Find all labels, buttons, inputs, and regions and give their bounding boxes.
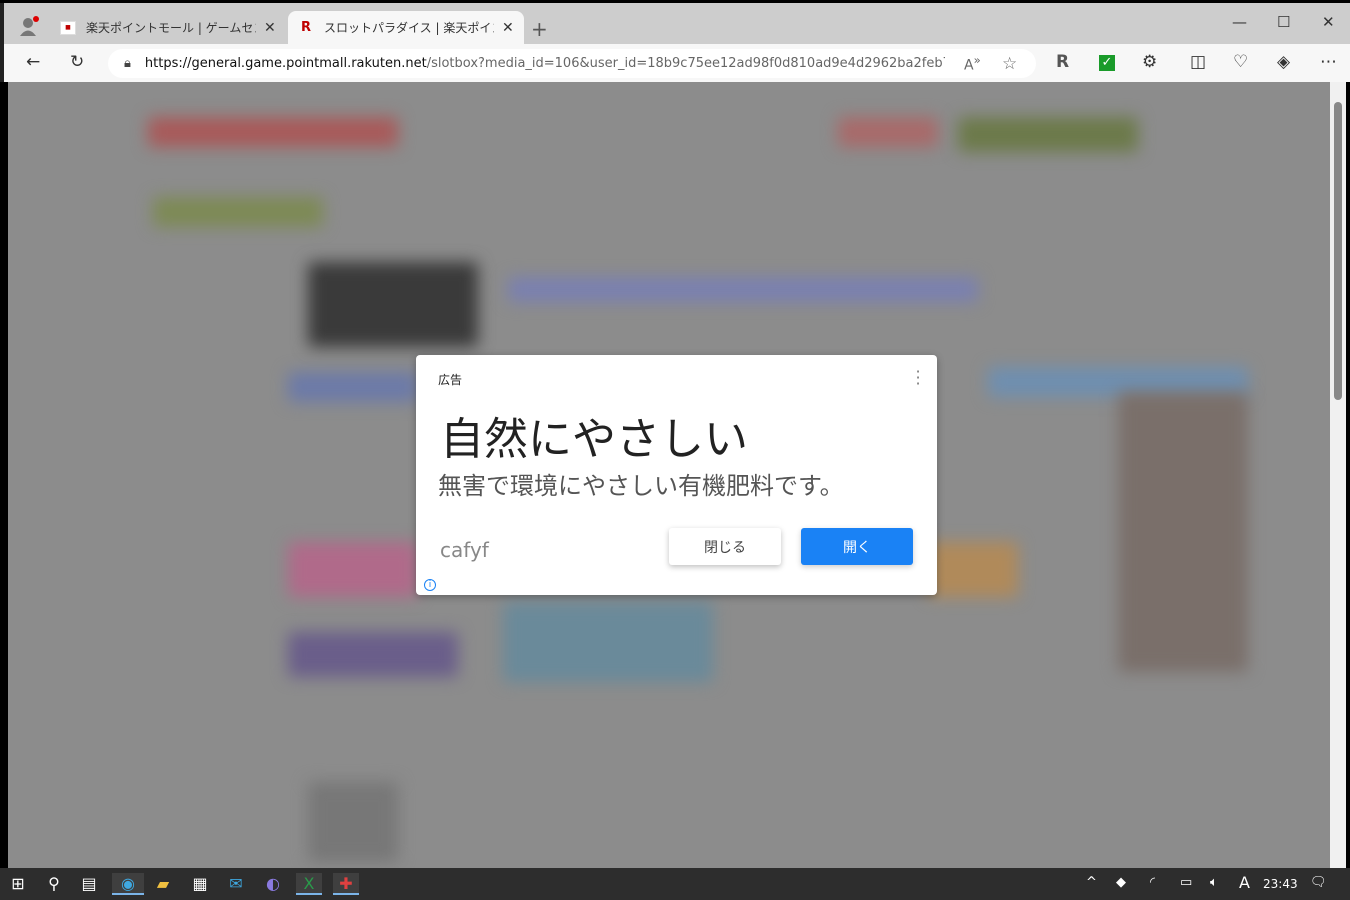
start-icon[interactable]: ⊞ xyxy=(5,873,31,895)
show-hidden-icons[interactable]: ^ xyxy=(1086,875,1097,890)
close-tab-icon[interactable]: ✕ xyxy=(264,20,276,36)
extensions-icon[interactable]: ⚙ xyxy=(1142,52,1157,72)
ad-title: 自然にやさしい xyxy=(440,414,748,465)
read-aloud-icon[interactable]: A» xyxy=(964,53,981,74)
store-icon[interactable]: ▦ xyxy=(187,873,213,895)
task-view-icon[interactable]: ▤ xyxy=(76,873,102,895)
ad-close-button[interactable]: 閉じる xyxy=(669,528,781,565)
browser-toolbar: ← ↻ 🔒︎ https://general.game.pointmall.ra… xyxy=(0,44,1350,82)
rakuten-pointmall-icon: ■ xyxy=(60,20,76,35)
app-icon[interactable]: ◐ xyxy=(260,873,286,895)
copilot-icon[interactable]: ◈ xyxy=(1277,52,1290,72)
refresh-icon[interactable]: ↻ xyxy=(70,52,84,72)
ime-indicator[interactable]: A xyxy=(1239,873,1250,892)
split-screen-icon[interactable]: ◫ xyxy=(1190,52,1206,72)
wifi-icon[interactable]: ◜ xyxy=(1150,875,1155,890)
notifications-icon[interactable]: 🗨︎ xyxy=(1310,875,1327,890)
volume-icon[interactable]: 🔈︎ xyxy=(1210,875,1218,890)
close-window-button[interactable]: ✕ xyxy=(1322,13,1335,31)
taskbar: ⊞ ⚲ ▤ ◉ ▰ ▦ ✉ ◐ X ✚ ^ ◆ ◜ ▭ 🔈︎ A 23:43 🗨… xyxy=(0,868,1350,900)
back-icon[interactable]: ← xyxy=(26,52,40,72)
search-icon[interactable]: ⚲ xyxy=(41,873,67,895)
close-tab-icon[interactable]: ✕ xyxy=(502,20,514,36)
edge-icon[interactable]: ◉ xyxy=(112,873,144,895)
rakuten-r-icon: R xyxy=(300,20,311,35)
maximize-button[interactable]: ☐ xyxy=(1277,13,1290,31)
ad-label: 広告 xyxy=(438,373,463,387)
tray-app-icon[interactable]: ◆ xyxy=(1116,875,1126,890)
browser-essentials-icon[interactable]: ♡ xyxy=(1233,52,1248,72)
ad-open-button[interactable]: 開く xyxy=(801,528,913,565)
ad-body: 無害で環境にやさしい有機肥料です。 xyxy=(438,472,844,500)
more-menu-icon[interactable]: ⋯ xyxy=(1320,52,1337,72)
scrollbar-thumb[interactable] xyxy=(1334,102,1342,400)
lock-icon: 🔒︎ xyxy=(124,56,131,71)
address-bar[interactable]: 🔒︎ https://general.game.pointmall.rakute… xyxy=(108,49,1036,78)
new-tab-button[interactable]: + xyxy=(531,17,548,41)
mail-icon[interactable]: ✉ xyxy=(223,873,249,895)
excel-icon[interactable]: X xyxy=(296,873,322,895)
ad-advertiser: cafyf xyxy=(440,538,489,562)
rakuten-extension-icon[interactable]: R xyxy=(1056,52,1069,72)
clock[interactable]: 23:43 xyxy=(1263,877,1298,891)
tab-game-center[interactable]: ■ 楽天ポイントモール | ゲームセンター ✕ xyxy=(50,11,286,44)
check-extension-icon[interactable]: ✓ xyxy=(1099,55,1115,71)
ad-dialog: 広告 · · · 自然にやさしい 無害で環境にやさしい有機肥料です。 cafyf 閉… xyxy=(416,355,937,595)
battery-icon[interactable]: ▭ xyxy=(1180,875,1192,890)
minimize-button[interactable]: — xyxy=(1232,13,1247,31)
vertical-scrollbar[interactable] xyxy=(1330,82,1346,868)
profile-icon[interactable] xyxy=(18,15,40,37)
favorite-star-icon[interactable]: ☆ xyxy=(1002,54,1017,74)
ad-info-icon[interactable]: i xyxy=(424,579,436,591)
ad-options-icon[interactable]: · · · xyxy=(915,364,921,392)
tab-slot-paradise[interactable]: R スロットパラダイス | 楽天ポイントモール ✕ xyxy=(288,11,524,44)
app-red-icon[interactable]: ✚ xyxy=(333,873,359,895)
tab-bar: ■ 楽天ポイントモール | ゲームセンター ✕ R スロットパラダイス | 楽天… xyxy=(0,3,1350,44)
file-explorer-icon[interactable]: ▰ xyxy=(150,873,176,895)
